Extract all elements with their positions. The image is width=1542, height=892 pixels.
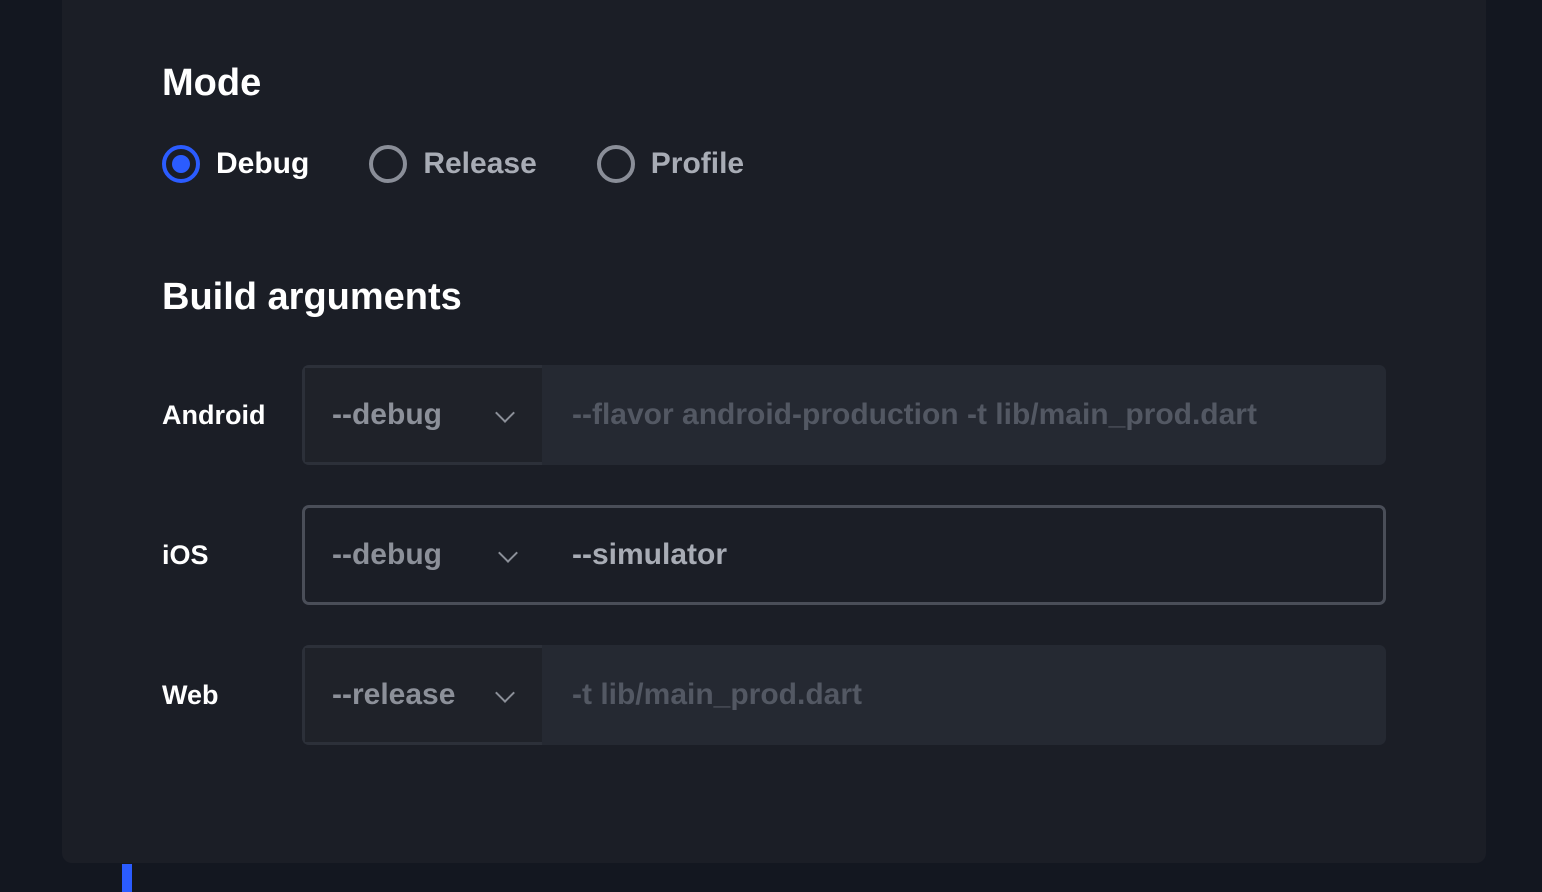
mode-radio-debug[interactable]: Debug	[162, 145, 309, 183]
platform-label: iOS	[162, 539, 209, 570]
build-mode-select[interactable]: --debug	[305, 508, 545, 602]
platform-label: Android	[162, 399, 266, 430]
build-mode-select-value[interactable]: --debug	[332, 398, 442, 432]
settings-panel: Mode Debug Release Profile Build argumen…	[62, 0, 1486, 863]
build-args-input[interactable]	[542, 365, 1386, 465]
chevron-down-icon[interactable]	[498, 543, 518, 563]
build-mode-select-value[interactable]: --release	[332, 678, 455, 712]
build-args-input[interactable]	[542, 508, 1383, 602]
mode-radio-label[interactable]: Release	[423, 147, 536, 181]
mode-radio-label[interactable]: Profile	[651, 147, 744, 181]
build-mode-select[interactable]: --release	[302, 645, 542, 745]
accent-indicator	[122, 864, 132, 892]
chevron-down-icon[interactable]	[495, 683, 515, 703]
radio-unchecked-icon[interactable]	[369, 145, 408, 183]
build-args-field: --debug	[302, 365, 1386, 465]
build-row-web: Web --release	[162, 645, 1386, 745]
radio-unchecked-icon[interactable]	[596, 145, 635, 183]
build-args-field: --release	[302, 645, 1386, 745]
mode-radio-label[interactable]: Debug	[216, 147, 309, 181]
platform-label: Web	[162, 679, 219, 710]
build-mode-select[interactable]: --debug	[302, 365, 542, 465]
build-arguments-title: Build arguments	[162, 276, 462, 318]
chevron-down-icon[interactable]	[495, 403, 515, 423]
mode-radio-profile[interactable]: Profile	[596, 145, 744, 183]
mode-radio-release[interactable]: Release	[369, 145, 537, 183]
build-args-input[interactable]	[542, 645, 1386, 745]
mode-radio-group: Debug Release Profile	[162, 140, 804, 188]
build-mode-select-value[interactable]: --debug	[332, 538, 442, 572]
build-args-field: --debug	[302, 505, 1386, 605]
radio-checked-icon[interactable]	[162, 145, 200, 183]
mode-title: Mode	[162, 62, 262, 104]
build-row-android: Android --debug	[162, 365, 1386, 465]
build-row-ios: iOS --debug	[162, 505, 1386, 605]
